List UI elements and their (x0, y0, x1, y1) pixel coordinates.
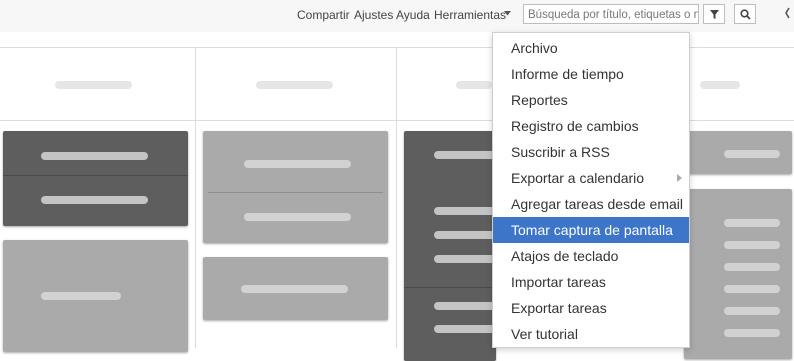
placeholder-bar (724, 219, 780, 227)
menu-item-exportar-tareas[interactable]: Exportar tareas (493, 295, 689, 321)
placeholder-bar (456, 81, 492, 89)
search-button[interactable] (734, 4, 756, 24)
menu-item-importar-tareas[interactable]: Importar tareas (493, 269, 689, 295)
card-divider (208, 192, 383, 193)
board-card[interactable] (3, 240, 188, 352)
placeholder-bar (41, 292, 121, 300)
top-toolbar: Compartir Ajustes Ayuda Herramientas (0, 0, 794, 32)
board-card[interactable] (203, 257, 388, 320)
placeholder-bar (724, 263, 780, 271)
menu-item-label: Informe de tiempo (511, 66, 624, 82)
menu-item-label: Exportar tareas (511, 300, 607, 316)
placeholder-bar (41, 152, 148, 160)
placeholder-bar (241, 285, 348, 293)
sidebar-toggle[interactable] (783, 0, 794, 32)
tools-menu-button[interactable]: Herramientas (434, 8, 506, 22)
placeholder-bar (724, 285, 780, 293)
placeholder-bar (724, 150, 780, 158)
menu-item-label: Agregar tareas desde email (511, 196, 683, 212)
search-input[interactable] (524, 6, 698, 24)
board-card[interactable] (3, 131, 188, 226)
column-divider (396, 47, 397, 348)
menu-item-exportar-calendario[interactable]: Exportar a calendario (493, 165, 689, 191)
menu-item-label: Reportes (511, 92, 568, 108)
menu-item-atajos-teclado[interactable]: Atajos de teclado (493, 243, 689, 269)
card-divider (404, 287, 496, 288)
menu-item-tomar-captura[interactable]: Tomar captura de pantalla (493, 217, 689, 243)
filter-button[interactable] (703, 4, 725, 24)
tools-dropdown-menu: Archivo Informe de tiempo Reportes Regis… (492, 32, 690, 348)
settings-link[interactable]: Ajustes (354, 8, 393, 22)
placeholder-bar (244, 160, 351, 168)
menu-item-informe-de-tiempo[interactable]: Informe de tiempo (493, 61, 689, 87)
caret-down-icon (504, 11, 511, 16)
placeholder-bar (41, 196, 148, 204)
menu-item-label: Suscribir a RSS (511, 144, 610, 160)
placeholder-bar (55, 81, 132, 89)
board-card[interactable] (684, 131, 792, 174)
menu-item-ver-tutorial[interactable]: Ver tutorial (493, 321, 689, 347)
menu-item-suscribir-rss[interactable]: Suscribir a RSS (493, 139, 689, 165)
menu-item-label: Importar tareas (511, 274, 606, 290)
menu-item-agregar-tareas-email[interactable]: Agregar tareas desde email (493, 191, 689, 217)
chevron-left-icon (785, 7, 790, 19)
search-field[interactable] (523, 4, 699, 24)
menu-item-label: Ver tutorial (511, 326, 578, 342)
share-link[interactable]: Compartir (297, 8, 350, 22)
search-icon (740, 9, 751, 20)
column-divider (195, 47, 196, 348)
submenu-arrow-icon (677, 174, 682, 182)
menu-item-archivo[interactable]: Archivo (493, 35, 689, 61)
menu-item-label: Tomar captura de pantalla (511, 222, 673, 238)
placeholder-bar (724, 329, 780, 337)
menu-item-registro-de-cambios[interactable]: Registro de cambios (493, 113, 689, 139)
placeholder-bar (724, 241, 780, 249)
placeholder-bar (700, 81, 740, 89)
menu-item-label: Archivo (511, 40, 558, 56)
filter-icon (710, 10, 719, 19)
board-card[interactable] (684, 189, 792, 359)
help-link[interactable]: Ayuda (396, 8, 430, 22)
board-card[interactable] (203, 131, 388, 243)
board-card[interactable] (404, 131, 504, 361)
card-divider (3, 175, 188, 176)
placeholder-bar (244, 213, 351, 221)
menu-item-reportes[interactable]: Reportes (493, 87, 689, 113)
menu-item-label: Registro de cambios (511, 118, 639, 134)
placeholder-bar (724, 307, 780, 315)
menu-item-label: Atajos de teclado (511, 248, 619, 264)
menu-item-label: Exportar a calendario (511, 170, 645, 186)
placeholder-bar (256, 81, 333, 89)
